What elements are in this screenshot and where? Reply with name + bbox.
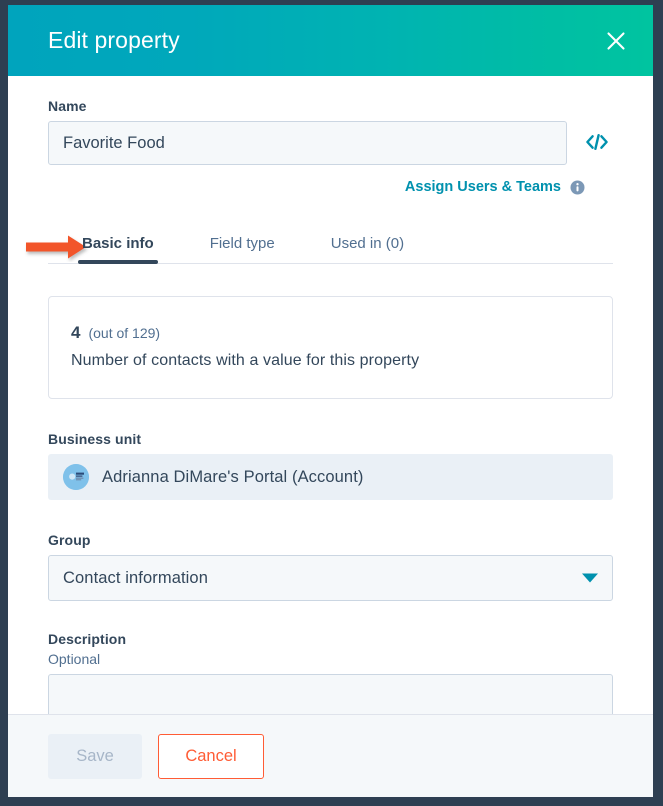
name-input-row xyxy=(48,121,613,165)
stat-description: Number of contacts with a value for this… xyxy=(71,352,420,369)
cancel-button[interactable]: Cancel xyxy=(158,733,264,779)
tabs-section: Basic info Field type Used in (0) xyxy=(26,229,613,264)
window-frame: Edit property Name Favorite Food Assign … xyxy=(0,0,663,806)
tab-list: Basic info Field type Used in (0) xyxy=(48,229,613,264)
chevron-down-icon xyxy=(582,573,598,583)
modal-body: Name Assign Users & Tea xyxy=(8,76,653,714)
business-unit-name: Adrianna DiMare's Portal (Account) xyxy=(102,467,364,486)
group-label: Group xyxy=(48,532,91,548)
modal-header: Edit property xyxy=(8,5,653,76)
description-block: Description Optional xyxy=(48,631,613,714)
stat-total: (out of 129) xyxy=(88,325,161,341)
close-icon xyxy=(604,29,628,53)
tab-field-type[interactable]: Field type xyxy=(208,229,277,263)
name-label: Name xyxy=(48,98,87,114)
tab-basic-info[interactable]: Basic info xyxy=(78,229,158,264)
stat-count: 4 xyxy=(71,323,81,342)
property-usage-card: 4 (out of 129) Number of contacts with a… xyxy=(48,296,613,399)
group-block: Group Contact information xyxy=(48,532,613,601)
name-input[interactable] xyxy=(48,121,567,165)
close-button[interactable] xyxy=(599,24,633,58)
code-brackets-icon xyxy=(584,132,610,155)
modal-footer: Save Cancel xyxy=(8,714,653,797)
code-icon-button[interactable] xyxy=(581,127,613,159)
portal-avatar-icon xyxy=(63,464,89,490)
description-input[interactable] xyxy=(48,674,613,714)
edit-property-modal: Edit property Name Favorite Food Assign … xyxy=(8,5,653,797)
business-unit-value-pill[interactable]: Adrianna DiMare's Portal (Account) xyxy=(48,454,613,500)
info-circle-icon[interactable] xyxy=(570,180,585,195)
page-title: Edit property xyxy=(48,27,180,53)
description-optional-label: Optional xyxy=(48,651,101,667)
assign-users-teams-link[interactable]: Assign Users & Teams xyxy=(405,179,561,195)
group-selected-value: Contact information xyxy=(63,568,208,587)
group-select[interactable]: Contact information xyxy=(48,555,613,601)
business-unit-block: Business unit Adrianna DiMare's Portal (… xyxy=(48,431,613,500)
save-button[interactable]: Save xyxy=(48,733,142,779)
business-unit-label: Business unit xyxy=(48,431,142,447)
tab-used-in[interactable]: Used in (0) xyxy=(329,229,406,263)
description-label: Description xyxy=(48,631,127,647)
name-field-block: Name Assign Users & Tea xyxy=(48,76,613,195)
stat-card-top-row: 4 (out of 129) xyxy=(71,323,590,343)
assign-users-teams-row: Assign Users & Teams xyxy=(48,179,613,195)
